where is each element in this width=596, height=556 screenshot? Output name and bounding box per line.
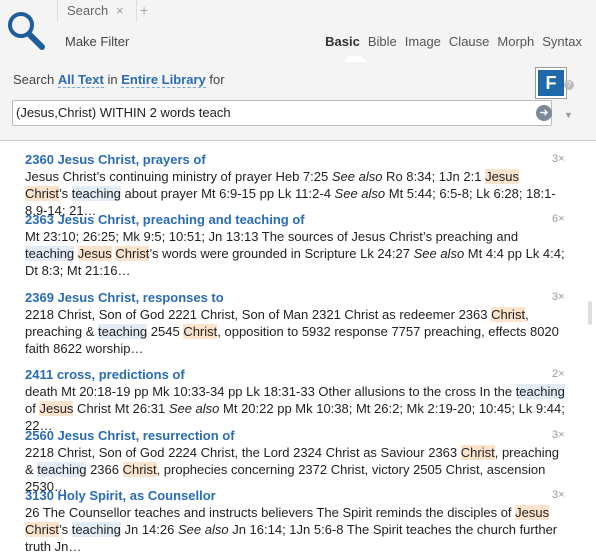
search-scope-line: Search All Text in Entire Library for: [13, 72, 225, 88]
match-count: 3×: [552, 153, 565, 165]
list-item[interactable]: 2369 Jesus Christ, responses to 2218 Chr…: [25, 289, 565, 357]
mode-basic[interactable]: Basic: [325, 34, 360, 49]
help-icon[interactable]: ?: [564, 80, 574, 90]
dropdown-icon[interactable]: ▼: [564, 110, 573, 120]
make-filter-button[interactable]: Make Filter: [65, 34, 129, 49]
result-title[interactable]: 3130 Holy Spirit, as Counsellor: [25, 487, 565, 504]
add-tab-icon[interactable]: +: [140, 2, 148, 18]
match-count: 3×: [552, 429, 565, 441]
close-icon[interactable]: ×: [116, 3, 124, 18]
library-scope-link[interactable]: Entire Library: [121, 72, 206, 88]
match-count: 2×: [552, 368, 565, 380]
list-item[interactable]: 2411 cross, predictions of death Mt 20:1…: [25, 366, 565, 434]
search-input[interactable]: [16, 104, 521, 120]
search-in: in: [107, 72, 118, 87]
list-item[interactable]: 2560 Jesus Christ, resurrection of 2218 …: [25, 427, 565, 495]
scrollbar[interactable]: [588, 301, 592, 325]
list-item[interactable]: 2360 Jesus Christ, prayers of Jesus Chri…: [25, 151, 565, 219]
query-panel: Search All Text in Entire Library for F …: [0, 64, 596, 141]
match-count: 3×: [552, 489, 565, 501]
list-item[interactable]: 3130 Holy Spirit, as Counsellor 26 The C…: [25, 487, 565, 555]
search-prefix: Search: [13, 72, 55, 87]
faithlife-logo: F: [536, 68, 566, 98]
scope-all-text-link[interactable]: All Text: [57, 72, 104, 88]
result-snippet: 26 The Counsellor teaches and instructs …: [25, 505, 558, 554]
search-input-box[interactable]: ➜: [12, 100, 552, 126]
go-arrow-icon[interactable]: ➜: [536, 105, 552, 121]
search-for: for: [209, 72, 225, 87]
top-toolbar: Search × + Make Filter Basic Bible Image…: [0, 0, 596, 64]
mode-syntax[interactable]: Syntax: [542, 34, 582, 49]
active-mode-indicator: [343, 56, 367, 62]
mode-image[interactable]: Image: [405, 34, 441, 49]
results-list: 2360 Jesus Christ, prayers of Jesus Chri…: [0, 141, 596, 556]
mode-morph[interactable]: Morph: [497, 34, 534, 49]
result-snippet: Mt 23:10; 26:25; Mk 9:5; 10:51; Jn 13:13…: [25, 229, 565, 278]
result-snippet: 2218 Christ, Son of God 2221 Christ, Son…: [25, 307, 559, 356]
result-title[interactable]: 2360 Jesus Christ, prayers of: [25, 151, 565, 168]
tab-search[interactable]: Search ×: [57, 0, 137, 22]
search-mode-tabs: Basic Bible Image Clause Morph Syntax: [325, 34, 582, 49]
mode-clause[interactable]: Clause: [449, 34, 489, 49]
result-title[interactable]: 2560 Jesus Christ, resurrection of: [25, 427, 565, 444]
match-count: 3×: [552, 291, 565, 303]
result-title[interactable]: 2363 Jesus Christ, preaching and teachin…: [25, 211, 565, 228]
result-title[interactable]: 2411 cross, predictions of: [25, 366, 565, 383]
mode-bible[interactable]: Bible: [368, 34, 397, 49]
match-count: 6×: [552, 213, 565, 225]
list-item[interactable]: 2363 Jesus Christ, preaching and teachin…: [25, 211, 565, 279]
search-icon[interactable]: [6, 10, 46, 52]
tab-search-label: Search: [67, 3, 109, 18]
result-title[interactable]: 2369 Jesus Christ, responses to: [25, 289, 565, 306]
